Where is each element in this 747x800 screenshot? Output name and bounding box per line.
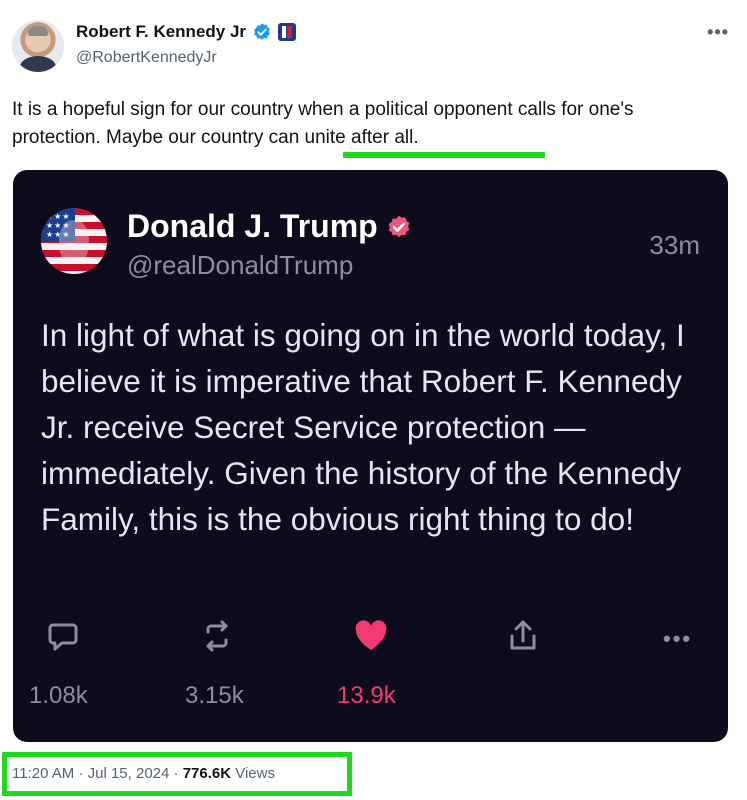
embedded-handle: @realDonaldTrump	[127, 250, 354, 280]
highlight-underline	[343, 152, 545, 158]
reply-icon	[48, 623, 78, 651]
retruth-action: 3.15k	[185, 618, 244, 709]
like-action: 13.9k	[337, 618, 396, 709]
verified-badge-icon	[254, 23, 271, 40]
reply-action: 1.08k	[29, 618, 88, 709]
share-action	[505, 618, 541, 654]
repost-icon	[206, 620, 228, 652]
author-handle[interactable]: @RobertKennedyJr	[76, 49, 217, 67]
flag-badge-icon	[278, 23, 297, 41]
embedded-author-avatar: ★★★ ★★★ ★★★	[41, 208, 107, 274]
tweet-time[interactable]: 11:20 AM	[12, 765, 74, 782]
author-avatar[interactable]	[12, 20, 64, 72]
share-icon	[510, 620, 536, 650]
tweet-text: It is a hopeful sign for our country whe…	[12, 99, 634, 148]
heart-icon	[355, 620, 387, 650]
like-count: 13.9k	[337, 682, 396, 709]
meta-separator: ·	[78, 765, 84, 782]
retruth-count: 3.15k	[185, 682, 244, 709]
views-count[interactable]: 776.6K	[183, 765, 231, 782]
embedded-display-name: Donald J. Trump	[127, 208, 378, 244]
meta-separator: ·	[173, 765, 179, 782]
avatar-face	[59, 220, 89, 264]
more-options-icon[interactable]: •••	[707, 22, 729, 43]
embedded-time-ago: 33m	[649, 230, 700, 260]
avatar-hair	[28, 26, 48, 36]
reply-count: 1.08k	[29, 682, 88, 709]
tweet-meta: 11:20 AM · Jul 15, 2024 · 776.6K Views	[12, 765, 275, 782]
verified-badge-icon	[388, 215, 410, 237]
avatar-suit	[20, 56, 56, 72]
embedded-post-image[interactable]: ★★★ ★★★ ★★★ Donald J. Trump @realDonaldTru…	[13, 170, 728, 742]
embedded-name-row: Donald J. Trump	[127, 208, 412, 245]
embedded-body-text: In light of what is going on in the worl…	[41, 317, 685, 537]
tweet-date[interactable]: Jul 15, 2024	[88, 765, 170, 782]
more-icon: •••	[663, 626, 693, 651]
author-display-name[interactable]: Robert F. Kennedy Jr	[76, 22, 246, 42]
views-label: Views	[235, 765, 275, 782]
author-name-row: Robert F. Kennedy Jr	[76, 22, 297, 42]
